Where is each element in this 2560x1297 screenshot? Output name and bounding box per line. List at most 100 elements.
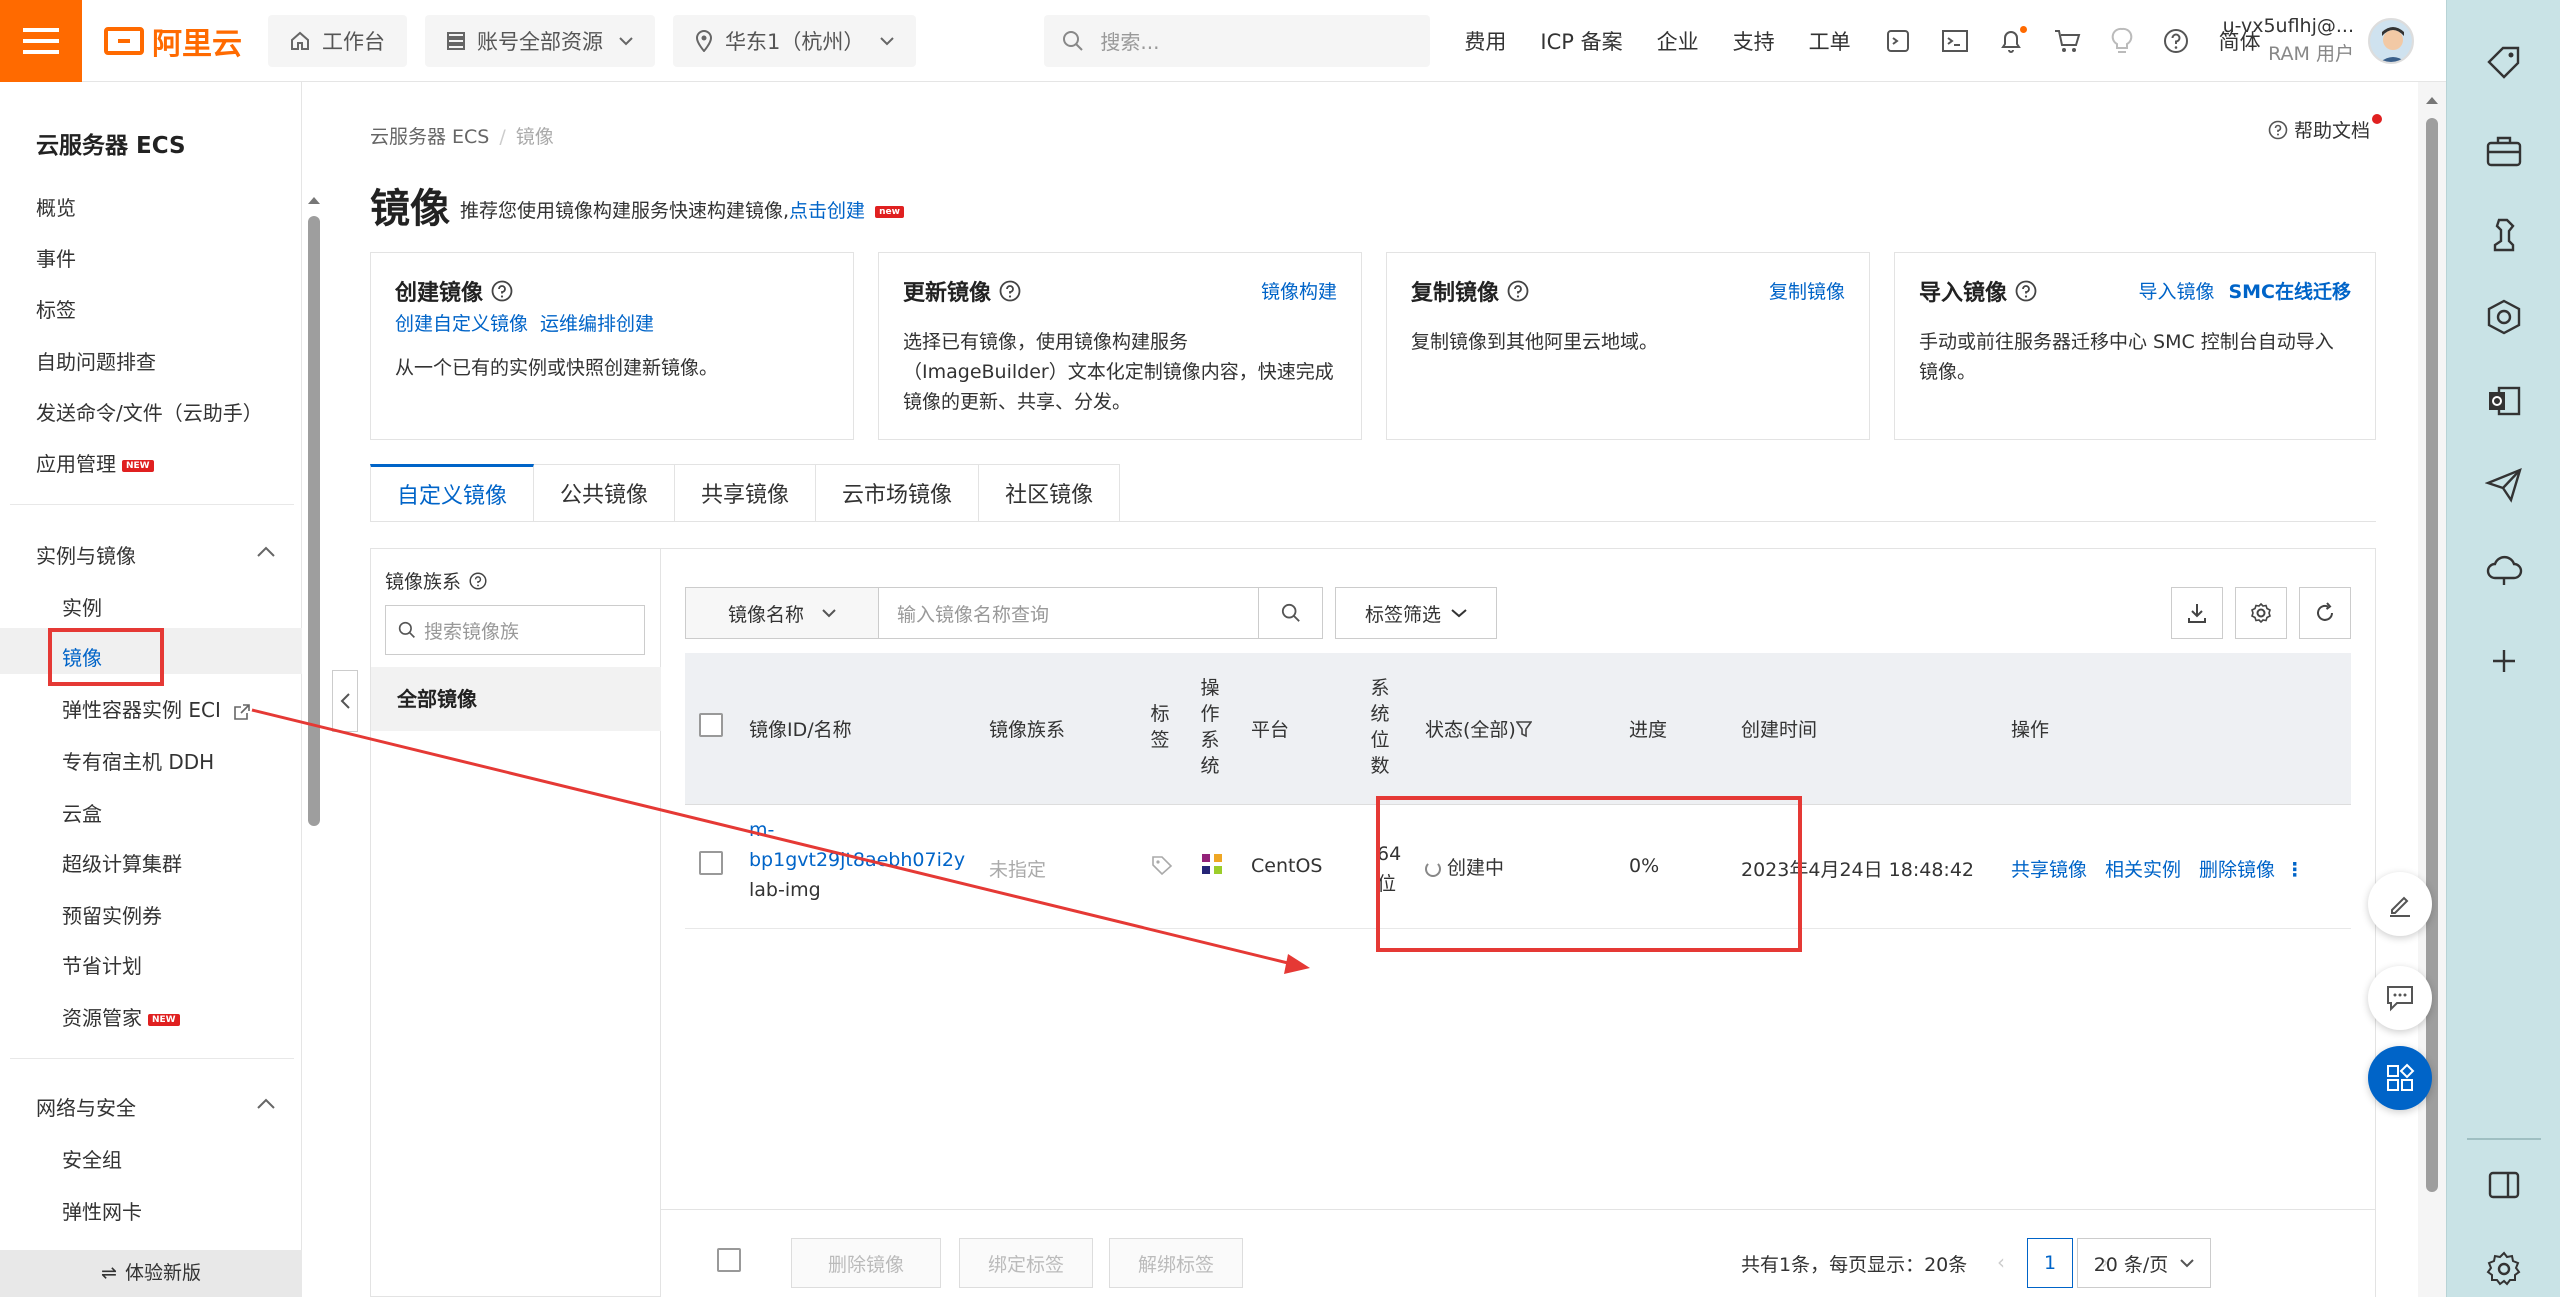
sidebar-item-ddh[interactable]: 专有宿主机 DDH xyxy=(62,746,214,775)
outlook-icon[interactable] xyxy=(2485,382,2523,420)
sidebar-item-reserved[interactable]: 预留实例券 xyxy=(62,900,162,929)
settings-button[interactable] xyxy=(2235,587,2287,639)
resource-selector[interactable]: 账号全部资源 xyxy=(425,14,655,67)
row-checkbox[interactable] xyxy=(699,851,723,875)
aliyun-logo[interactable]: 阿里云 xyxy=(82,0,250,82)
tab-marketplace-images[interactable]: 云市场镜像 xyxy=(816,464,980,522)
try-new-version-button[interactable]: ⇌ 体验新版 xyxy=(0,1250,302,1297)
nav-support[interactable]: 支持 xyxy=(1733,26,1775,56)
sidebar-item-security-group[interactable]: 安全组 xyxy=(62,1144,122,1173)
chevron-up-icon[interactable] xyxy=(256,546,276,558)
chat-button[interactable] xyxy=(2368,966,2432,1030)
question-icon[interactable] xyxy=(469,571,487,590)
image-id-cont[interactable]: bp1gvt29jt8aebh07i2y xyxy=(749,845,965,875)
breadcrumb-ecs[interactable]: 云服务器 ECS xyxy=(370,126,489,148)
tab-public-images[interactable]: 公共镜像 xyxy=(534,464,676,522)
tag-icon[interactable] xyxy=(1151,855,1173,875)
nav-icp[interactable]: ICP 备案 xyxy=(1540,26,1622,56)
user-info[interactable]: u-vx5uflhj@... RAM 用户 xyxy=(2223,12,2354,68)
console-button[interactable] xyxy=(1941,29,1969,53)
sidebar-item-eci[interactable]: 弹性容器实例 ECI xyxy=(62,694,251,723)
bulk-delete-button[interactable]: 删除镜像 xyxy=(791,1238,941,1288)
gear-icon[interactable] xyxy=(2485,1250,2523,1288)
import-image-link[interactable]: 导入镜像 xyxy=(2138,277,2214,304)
footer-select-all-checkbox[interactable] xyxy=(717,1248,741,1272)
sidebar-item-instances[interactable]: 实例 xyxy=(62,592,102,621)
image-builder-link[interactable]: 镜像构建 xyxy=(1261,277,1337,304)
filter-field-select[interactable]: 镜像名称 xyxy=(685,587,879,639)
more-icon[interactable]: ⋮ xyxy=(2285,859,2304,881)
sidebar-item-scc[interactable]: 超级计算集群 xyxy=(62,848,182,877)
family-all-images[interactable]: 全部镜像 xyxy=(371,667,661,731)
notification-button[interactable] xyxy=(1999,25,2027,54)
sidebar-scroll-thumb[interactable] xyxy=(308,216,320,826)
cloud-icon[interactable] xyxy=(2485,550,2523,588)
related-instances-link[interactable]: 相关实例 xyxy=(2105,859,2181,881)
question-icon[interactable] xyxy=(2015,280,2037,302)
image-name-search-input[interactable]: 输入镜像名称查询 xyxy=(879,587,1259,639)
quick-create-link[interactable]: 点击创建 xyxy=(789,200,865,222)
unbind-tags-button[interactable]: 解绑标签 xyxy=(1109,1238,1243,1288)
sidebar-item-tags[interactable]: 标签 xyxy=(36,294,76,323)
oos-create-link[interactable]: 运维编排创建 xyxy=(540,313,654,335)
question-icon[interactable] xyxy=(491,280,513,302)
page-scrollbar[interactable] xyxy=(2418,82,2446,1297)
menu-button[interactable] xyxy=(0,0,82,82)
refresh-button[interactable] xyxy=(2299,587,2351,639)
briefcase-icon[interactable] xyxy=(2485,132,2523,170)
sidebar-toggle-icon[interactable] xyxy=(2485,1166,2523,1204)
shape-icon[interactable] xyxy=(2485,298,2523,336)
select-all-checkbox[interactable] xyxy=(699,713,723,737)
sidebar-item-events[interactable]: 事件 xyxy=(36,243,76,272)
region-selector[interactable]: 华东1（杭州） xyxy=(673,14,917,67)
nav-billing[interactable]: 费用 xyxy=(1464,26,1506,56)
cart-button[interactable] xyxy=(2053,28,2081,54)
tab-custom-images[interactable]: 自定义镜像 xyxy=(370,464,535,522)
chess-icon[interactable] xyxy=(2485,216,2523,254)
search-button[interactable] xyxy=(1259,587,1323,639)
copy-image-link[interactable]: 复制镜像 xyxy=(1769,277,1845,304)
global-search-input[interactable]: 搜索... xyxy=(1044,14,1431,67)
family-search-input[interactable]: 搜索镜像族 xyxy=(385,605,645,655)
help-doc-link[interactable]: 帮助文档 xyxy=(2268,116,2370,143)
sidebar-item-overview[interactable]: 概览 xyxy=(36,192,76,221)
create-custom-image-link[interactable]: 创建自定义镜像 xyxy=(395,313,528,335)
smc-migrate-link[interactable]: SMC在线迁移 xyxy=(2228,277,2351,304)
section-instances-images[interactable]: 实例与镜像 xyxy=(36,540,136,569)
page-size-select[interactable]: 20 条/页 xyxy=(2077,1238,2211,1288)
sidebar-item-cloud-assistant[interactable]: 发送命令/文件（云助手） xyxy=(36,397,263,426)
sidebar-item-savings-plan[interactable]: 节省计划 xyxy=(62,950,142,979)
tag-filter-select[interactable]: 标签筛选 xyxy=(1335,587,1497,639)
bind-tags-button[interactable]: 绑定标签 xyxy=(959,1238,1093,1288)
sidebar-item-troubleshoot[interactable]: 自助问题排查 xyxy=(36,346,156,375)
image-id[interactable]: m- xyxy=(749,815,965,845)
prev-page-icon[interactable]: ‹ xyxy=(1997,1250,2005,1274)
apps-button[interactable] xyxy=(2368,1046,2432,1110)
collapse-sidebar-button[interactable] xyxy=(332,670,358,732)
page-scroll-thumb[interactable] xyxy=(2426,118,2438,1192)
tips-button[interactable] xyxy=(2111,27,2133,55)
chevron-up-icon[interactable] xyxy=(256,1098,276,1110)
delete-image-link[interactable]: 删除镜像 xyxy=(2199,859,2275,881)
sidebar-item-app-management[interactable]: 应用管理 NEW xyxy=(36,448,154,477)
help-button[interactable] xyxy=(2163,28,2189,54)
col-status[interactable]: 状态(全部) xyxy=(1425,715,1532,742)
cloudshell-button[interactable] xyxy=(1885,28,1911,54)
section-network-security[interactable]: 网络与安全 xyxy=(36,1092,136,1121)
sidebar-item-resource-manager[interactable]: 资源管家 NEW xyxy=(62,1002,180,1031)
workbench-button[interactable]: 工作台 xyxy=(268,14,407,67)
page-1-button[interactable]: 1 xyxy=(2027,1238,2073,1288)
sidebar-scrollbar[interactable] xyxy=(306,120,322,830)
sidebar-item-cloudbox[interactable]: 云盒 xyxy=(62,798,102,827)
sidebar-item-eni[interactable]: 弹性网卡 xyxy=(62,1196,142,1225)
send-icon[interactable] xyxy=(2485,466,2523,504)
tab-shared-images[interactable]: 共享镜像 xyxy=(675,464,817,522)
plus-icon[interactable] xyxy=(2485,642,2523,680)
question-icon[interactable] xyxy=(1507,280,1529,302)
tag-icon[interactable] xyxy=(2485,44,2523,82)
share-image-link[interactable]: 共享镜像 xyxy=(2011,859,2087,881)
feedback-edit-button[interactable] xyxy=(2368,872,2432,936)
nav-ticket[interactable]: 工单 xyxy=(1809,26,1851,56)
nav-enterprise[interactable]: 企业 xyxy=(1657,26,1699,56)
export-button[interactable] xyxy=(2171,587,2223,639)
